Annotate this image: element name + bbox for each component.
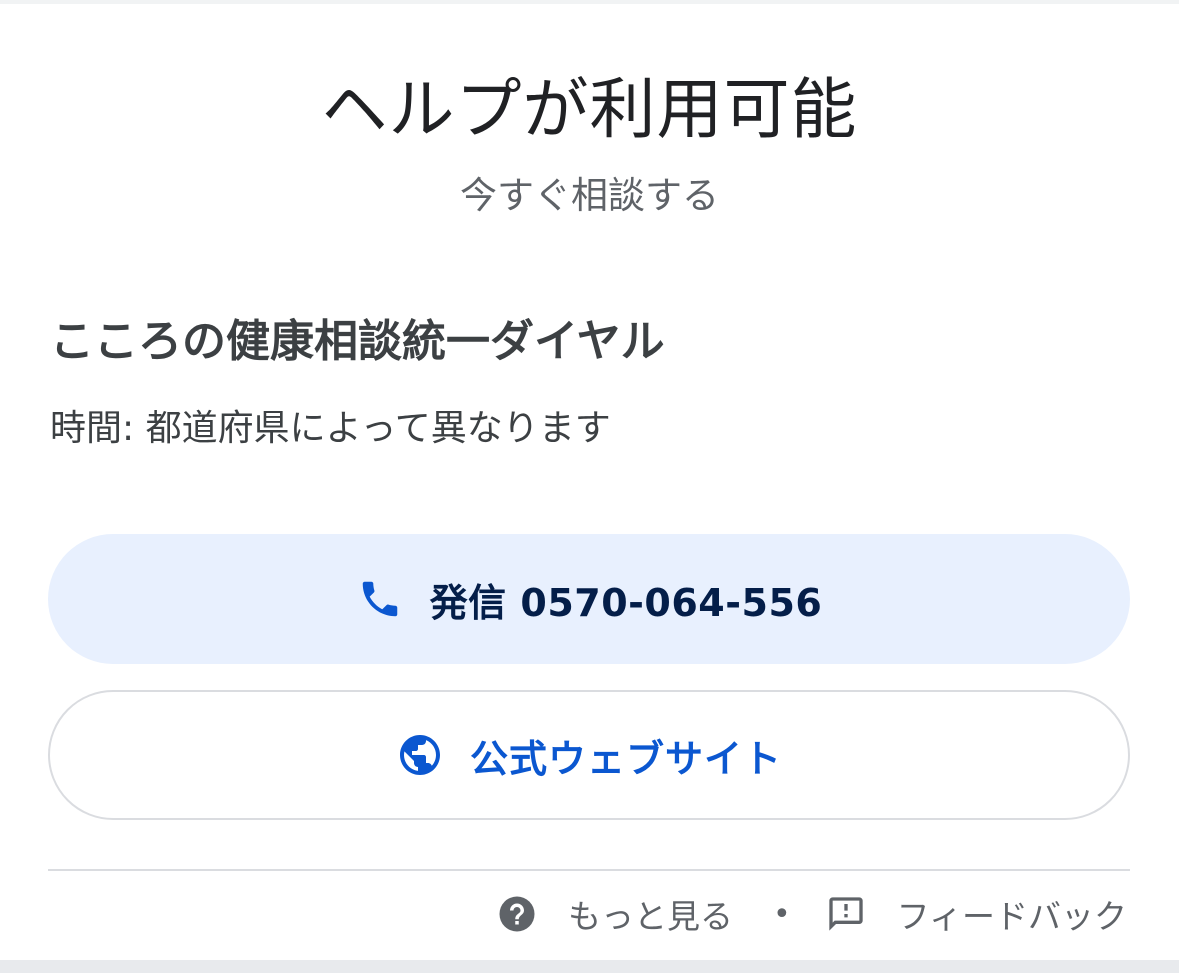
globe-icon (396, 731, 444, 779)
card-subtitle: 今すぐ相談する (460, 174, 719, 217)
service-name: こころの健康相談統一ダイヤル (50, 316, 665, 367)
top-edge (0, 0, 1179, 4)
phone-icon (356, 575, 404, 623)
help-circle-icon (496, 893, 538, 935)
call-button-label: 発信 0570-064-556 (429, 580, 823, 625)
feedback-label: フィードバック (896, 897, 1127, 936)
service-hours: 時間: 都道府県によって異なります (50, 404, 611, 454)
hours-label: 時間: (50, 408, 135, 449)
feedback-icon (825, 893, 867, 935)
divider (48, 869, 1130, 871)
more-label: もっと見る (567, 897, 733, 936)
bottom-edge (0, 960, 1179, 973)
hours-value: 都道府県によって異なります (145, 408, 611, 449)
help-card: ヘルプが利用可能 今すぐ相談する こころの健康相談統一ダイヤル 時間: 都道府県… (0, 0, 1179, 973)
feedback-link[interactable]: フィードバック (825, 890, 1127, 938)
more-link[interactable]: もっと見る (496, 890, 733, 938)
call-button[interactable]: 発信 0570-064-556 (48, 534, 1130, 664)
website-button[interactable]: 公式ウェブサイト (48, 690, 1130, 820)
card-footer: もっと見る • フィードバック (496, 886, 1127, 942)
footer-separator: • (772, 896, 791, 932)
card-title: ヘルプが利用可能 (321, 71, 858, 148)
website-button-label: 公式ウェブサイト (469, 736, 782, 781)
